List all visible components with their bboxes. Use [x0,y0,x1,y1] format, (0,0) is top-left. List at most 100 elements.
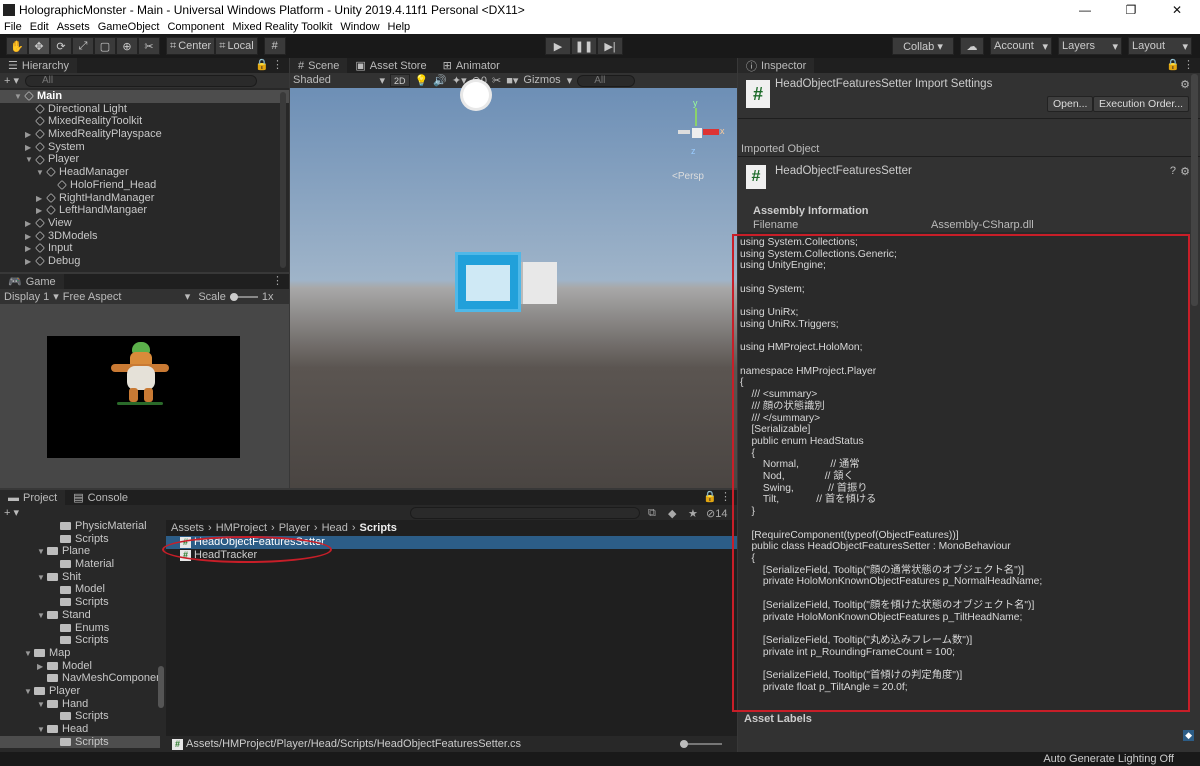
tab-hierarchy[interactable]: ☰ Hierarchy [0,58,77,73]
hierarchy-item[interactable]: ▼ Player [0,153,289,166]
favorite-icon[interactable]: ★ [688,507,698,520]
hierarchy-item[interactable]: ▶ 3DModels [0,230,289,243]
breadcrumb-item[interactable]: Player [279,522,310,534]
breadcrumb-item[interactable]: HMProject [216,522,267,534]
project-folder-item[interactable]: NavMeshComponen [0,672,162,685]
project-folder-item[interactable]: Scripts [0,596,160,609]
minimize-icon[interactable]: — [1062,3,1108,17]
hierarchy-item[interactable]: ▶ Debug [0,255,289,268]
panel-menu-icon[interactable]: ⋮ [272,274,289,289]
help-icon[interactable]: ? [1170,165,1176,177]
expand-arrow-icon[interactable]: ▶ [25,129,35,142]
project-folder-item[interactable]: Scripts [0,710,160,723]
tools-icon[interactable]: ✂ [492,74,501,87]
filter-type-icon[interactable]: ⧉ [648,507,656,520]
project-folder-item[interactable]: ▼ Player [0,685,160,698]
2d-toggle-button[interactable]: 2D [390,74,410,87]
rect-tool-icon[interactable]: ▢ [94,37,116,55]
gizmos-dropdown[interactable]: Gizmos ▾ [523,74,572,87]
hierarchy-item[interactable]: ▶ System [0,141,289,154]
grid-snap-icon[interactable]: # [263,37,286,55]
shading-dropdown[interactable]: Shaded ▾ [293,74,385,87]
menu-assets[interactable]: Assets [57,21,90,33]
game-view[interactable] [47,336,240,458]
effects-icon[interactable]: ✦▾ [452,74,467,87]
expand-arrow-icon[interactable]: ▼ [37,699,47,712]
account-dropdown[interactable]: Account ▾ [990,37,1052,55]
project-search-input[interactable] [410,507,640,519]
expand-arrow-icon[interactable]: ▶ [36,205,46,218]
inspector-scrollbar[interactable] [1191,74,1198,306]
project-folder-item[interactable]: ▼ Hand [0,698,160,711]
tag-icon[interactable]: ◆ [1183,730,1194,741]
project-folder-item[interactable]: ▼ Plane [0,545,160,558]
expand-arrow-icon[interactable]: ▼ [37,724,47,737]
scale-slider[interactable] [229,292,258,301]
icon-size-slider[interactable] [680,740,722,748]
hierarchy-item[interactable]: ▶ MixedRealityPlayspace [0,128,289,141]
tab-animator[interactable]: ⊞ Animator [434,58,508,73]
close-icon[interactable]: ✕ [1154,3,1200,17]
tab-game[interactable]: 🎮 Game [0,274,64,289]
hand-tool-icon[interactable]: ✋ [6,37,28,55]
project-folder-item[interactable]: ▼ Stand [0,609,160,622]
project-folder-item[interactable]: ▼ Shit [0,571,160,584]
project-folder-item[interactable]: PhysicMaterial [0,520,160,533]
expand-arrow-icon[interactable]: ▼ [24,686,34,699]
project-folder-item[interactable]: Scripts [0,634,160,647]
hierarchy-search-input[interactable]: All [25,74,258,87]
menu-mrtk[interactable]: Mixed Reality Toolkit [232,21,332,33]
expand-arrow-icon[interactable]: ▼ [24,648,34,661]
project-tree-scrollbar[interactable] [158,666,164,708]
cloud-icon[interactable]: ☁ [960,37,984,55]
display-dropdown[interactable]: Display 1 [4,291,49,303]
scene-view[interactable]: y x z <Persp [290,82,737,488]
expand-arrow-icon[interactable]: ▼ [14,91,24,104]
audio-icon[interactable]: 🔊 [433,74,447,87]
pivot-center-button[interactable]: ⌗ Center [166,37,216,55]
custom-tool-icon[interactable]: ✂ [138,37,160,55]
panel-menu-icon[interactable]: 🔒 ⋮ [1166,58,1200,73]
menu-gameobject[interactable]: GameObject [98,21,160,33]
project-folder-item[interactable]: ▼ Map [0,647,160,660]
expand-arrow-icon[interactable]: ▼ [25,154,35,167]
menu-window[interactable]: Window [340,21,379,33]
hierarchy-scrollbar[interactable] [280,92,286,268]
restore-icon[interactable]: ❐ [1108,3,1154,17]
expand-arrow-icon[interactable]: ▼ [36,167,46,180]
hierarchy-item[interactable]: MixedRealityToolkit [0,115,289,128]
step-icon[interactable]: ▶| [597,37,623,55]
scene-search-input[interactable]: All [577,74,636,87]
expand-arrow-icon[interactable]: ▼ [37,610,47,623]
pause-icon[interactable]: ❚❚ [571,37,597,55]
settings-gear-icon[interactable]: ⚙ [1180,165,1190,178]
project-folder-item[interactable]: Enums [0,622,160,635]
menu-edit[interactable]: Edit [30,21,49,33]
hierarchy-item[interactable]: HoloFriend_Head [0,179,289,192]
project-folder-item[interactable]: ▶ Model [0,660,160,673]
menu-help[interactable]: Help [388,21,411,33]
project-folder-item[interactable]: Model [0,583,160,596]
breadcrumb-item[interactable]: Assets [171,522,204,534]
tab-scene[interactable]: # Scene [290,58,348,73]
collab-button[interactable]: Collab ▾ [892,37,954,55]
hierarchy-item[interactable]: ▼ Main [0,90,289,103]
cube-object[interactable] [521,262,557,304]
play-icon[interactable]: ▶ [545,37,571,55]
move-tool-icon[interactable]: ✥ [28,37,50,55]
pivot-local-button[interactable]: ⌗ Local [215,37,258,55]
project-folder-item[interactable]: ▼ Head [0,723,160,736]
tab-project[interactable]: ▬ Project [0,490,66,505]
tab-asset-store[interactable]: ▣ Asset Store [347,58,435,73]
hidden-packages-icon[interactable]: ⊘14 [706,507,727,520]
layers-dropdown[interactable]: Layers ▾ [1058,37,1122,55]
menu-file[interactable]: File [4,21,22,33]
project-folder-item[interactable]: Scripts [0,533,160,546]
breadcrumb-item[interactable]: Scripts [360,522,397,534]
create-button[interactable]: + ▾ [4,506,19,519]
expand-arrow-icon[interactable]: ▼ [37,572,47,585]
hierarchy-item[interactable]: ▶ LeftHandMangaer [0,204,289,217]
camera-icon[interactable]: ■▾ [506,74,518,87]
layout-dropdown[interactable]: Layout ▾ [1128,37,1192,55]
scale-tool-icon[interactable]: ⤢ [72,37,94,55]
